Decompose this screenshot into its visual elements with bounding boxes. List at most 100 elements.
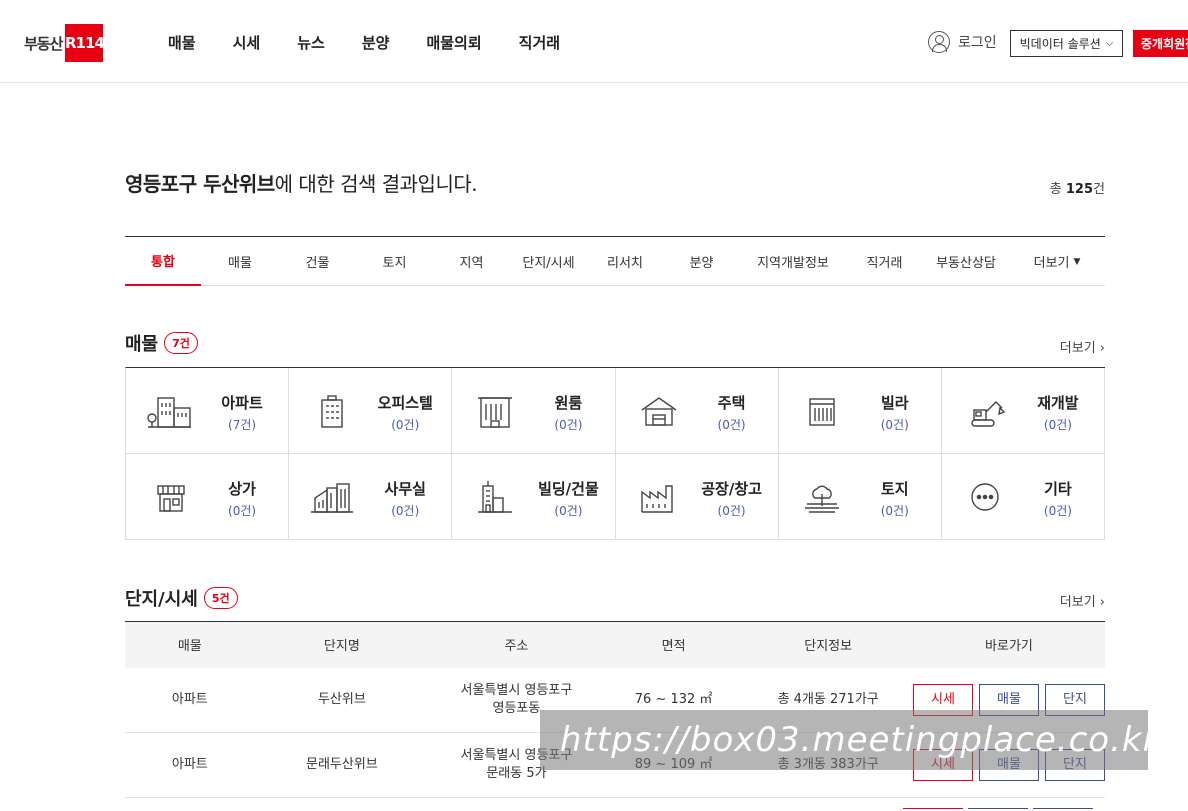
officetel-icon: [321, 395, 343, 428]
category-count: (7건): [228, 418, 257, 432]
nav-item-listing-request[interactable]: 매물의뢰: [426, 32, 481, 53]
category-name: 재개발: [1037, 394, 1079, 412]
row-complex-name: 두산위브: [254, 667, 430, 733]
nav-item-news[interactable]: 뉴스: [297, 32, 325, 53]
tab-presale[interactable]: 분양: [663, 237, 740, 286]
logo-text: 부동산: [24, 34, 63, 53]
table-header-row: 매물 단지명 주소 면적 단지정보 바로가기: [125, 621, 1105, 668]
category-count: (0건): [554, 418, 583, 432]
tab-complex-price[interactable]: 단지/시세: [510, 237, 587, 286]
tab-land[interactable]: 토지: [356, 237, 433, 286]
row-type: 아파트: [125, 667, 255, 733]
category-count: (0건): [228, 504, 257, 518]
complex-title: 단지/시세: [125, 589, 198, 610]
category-count: (0건): [1043, 418, 1072, 432]
excavator-icon: [971, 401, 1006, 427]
house-icon: [641, 397, 676, 426]
column-header: 주소: [429, 621, 604, 668]
tab-listings[interactable]: 매물: [201, 237, 279, 286]
category-villa[interactable]: 빌라 (0건): [778, 368, 942, 454]
login-link[interactable]: 로그인: [928, 31, 997, 53]
category-land[interactable]: 토지 (0건): [778, 454, 942, 540]
category-redevelopment[interactable]: 재개발 (0건): [941, 368, 1105, 454]
tab-more[interactable]: 더보기 ▼: [1009, 237, 1105, 286]
chevron-down-icon: ⌵: [1105, 38, 1114, 49]
bigdata-solution-button[interactable]: 빅데이터 솔루션 ⌵: [1010, 30, 1123, 57]
site-logo[interactable]: 부동산 R114: [24, 24, 105, 62]
category-office[interactable]: 사무실 (0건): [289, 454, 453, 540]
tab-consulting[interactable]: 부동산상담: [923, 237, 1009, 286]
column-header: 바로가기: [912, 621, 1105, 668]
category-name: 상가: [228, 480, 256, 498]
category-name: 토지: [880, 480, 909, 498]
category-apartment[interactable]: 아파트 (7건): [126, 368, 290, 454]
tab-more-label: 더보기: [1033, 256, 1070, 271]
tab-region[interactable]: 지역: [433, 237, 510, 286]
column-header: 매물: [125, 621, 255, 668]
complex-section-title: 단지/시세 5건: [125, 585, 238, 611]
tab-regional-development[interactable]: 지역개발정보: [740, 237, 846, 286]
store-icon: [157, 485, 185, 512]
search-result-title: 영등포구 두산위브에 대한 검색 결과입니다.: [125, 168, 478, 197]
user-icon: [928, 31, 950, 53]
category-name: 오피스텔: [377, 394, 433, 412]
site-header: 부동산 R114 매물 시세 뉴스 분양 매물의뢰 직거래 로그인 빅데이터 솔…: [0, 0, 1188, 83]
category-house[interactable]: 주택 (0건): [615, 368, 779, 454]
total-count: 총 125건: [1050, 178, 1105, 197]
category-name: 기타: [1044, 480, 1072, 498]
total-number: 125: [1065, 182, 1094, 197]
more-icon: [971, 483, 999, 511]
listings-count-badge: 7건: [164, 332, 198, 354]
category-name: 원룸: [554, 394, 583, 412]
category-count: (0건): [880, 418, 909, 432]
listings-more-link[interactable]: 더보기 ›: [1060, 337, 1105, 356]
listings-section-title: 매물 7건: [125, 330, 198, 356]
total-prefix: 총: [1049, 182, 1066, 197]
search-result-suffix: 에 대한 검색 결과입니다.: [274, 172, 478, 196]
category-count: (0건): [717, 418, 746, 432]
listings-title: 매물: [125, 334, 159, 355]
category-name: 빌딩/건물: [538, 480, 599, 498]
category-officetel[interactable]: 오피스텔 (0건): [289, 368, 453, 454]
category-grid: 아파트 (7건) 오피스텔 (0건) 원룸 (0건) 주택 (0건) 빌라 (0…: [125, 367, 1105, 540]
category-count: (0건): [391, 418, 420, 432]
complex-count-badge: 5건: [203, 587, 238, 609]
oneroom-icon: [478, 397, 513, 428]
nav-item-prices[interactable]: 시세: [233, 32, 261, 53]
building-icon: [478, 481, 513, 513]
category-building[interactable]: 빌딩/건물 (0건): [452, 454, 616, 540]
agent-member-button[interactable]: 중개회원전: [1133, 30, 1188, 57]
land-icon: [804, 485, 839, 513]
watermark-overlay: https://box03.meetingplace.co.kr: [540, 710, 1148, 770]
logo-badge: R114: [65, 24, 105, 62]
category-oneroom[interactable]: 원룸 (0건): [452, 368, 616, 454]
total-suffix: 건: [1093, 182, 1105, 197]
category-count: (0건): [880, 504, 909, 518]
apartment-icon: [147, 397, 191, 428]
complex-more-link[interactable]: 더보기 ›: [1060, 591, 1105, 610]
nav-item-presale[interactable]: 분양: [362, 32, 390, 53]
tab-direct-deal[interactable]: 직거래: [846, 237, 923, 286]
tab-building[interactable]: 건물: [279, 237, 356, 286]
column-header: 면적: [603, 621, 744, 668]
caret-down-icon: ▼: [1073, 256, 1081, 267]
category-name: 공장/창고: [701, 480, 762, 498]
category-factory[interactable]: 공장/창고 (0건): [615, 454, 779, 540]
tab-research[interactable]: 리서치: [587, 237, 663, 286]
category-name: 사무실: [384, 480, 426, 498]
tab-all[interactable]: 통합: [125, 237, 201, 286]
nav-item-direct-deal[interactable]: 직거래: [519, 32, 560, 53]
category-count: (0건): [391, 504, 420, 518]
villa-icon: [808, 398, 835, 426]
nav-item-listings[interactable]: 매물: [168, 32, 196, 53]
main-nav: 매물 시세 뉴스 분양 매물의뢰 직거래: [168, 32, 597, 53]
search-keyword: 영등포구 두산위브: [125, 172, 275, 196]
column-header: 단지정보: [743, 621, 913, 668]
category-etc[interactable]: 기타 (0건): [941, 454, 1105, 540]
category-name: 빌라: [880, 394, 909, 412]
result-tabs: 통합 매물 건물 토지 지역 단지/시세 리서치 분양 지역개발정보 직거래 부…: [125, 236, 1105, 286]
category-name: 주택: [717, 394, 746, 412]
category-count: (0건): [717, 504, 746, 518]
bigdata-label: 빅데이터 솔루션: [1019, 37, 1101, 51]
category-store[interactable]: 상가 (0건): [126, 454, 290, 540]
